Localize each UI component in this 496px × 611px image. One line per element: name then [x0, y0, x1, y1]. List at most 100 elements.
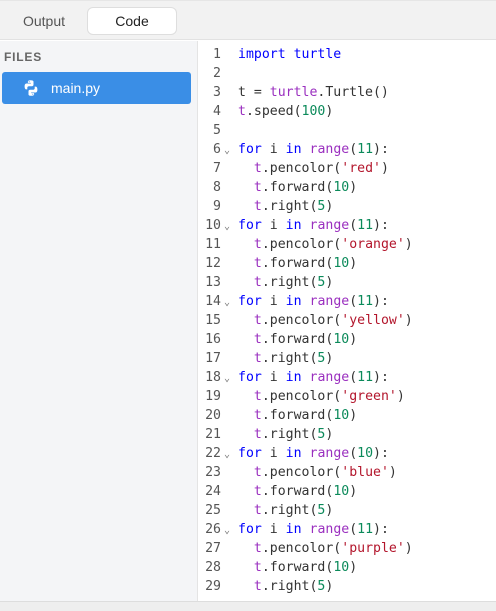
code-token: ) — [380, 161, 389, 176]
code-token: 10 — [333, 408, 350, 423]
code-line[interactable]: 21 t.right(5) — [198, 425, 496, 444]
code-line[interactable]: 13 t.right(5) — [198, 273, 496, 292]
code-token: ) — [349, 408, 358, 423]
code-line[interactable]: 1 import turtle — [198, 45, 496, 64]
code-token: t — [253, 560, 262, 575]
code-line[interactable]: 14 ⌄ for i in range(11): — [198, 292, 496, 311]
line-number: 24 — [205, 484, 221, 499]
code-token: ( — [349, 142, 358, 157]
code-token: i — [261, 522, 286, 537]
fold-chevron-icon[interactable]: ⌄ — [224, 141, 230, 160]
code-line[interactable]: 4 t.speed(100) — [198, 102, 496, 121]
fold-chevron-icon[interactable]: ⌄ — [224, 445, 230, 464]
code-text: t.forward(10) — [238, 330, 357, 349]
fold-chevron-icon[interactable]: ⌄ — [224, 217, 230, 236]
code-text: t.right(5) — [238, 501, 333, 520]
code-line[interactable]: 3 t = turtle.Turtle() — [198, 83, 496, 102]
code-line[interactable]: 16 t.forward(10) — [198, 330, 496, 349]
code-line[interactable]: 11 t.pencolor('orange') — [198, 235, 496, 254]
code-token: ): — [373, 522, 389, 537]
code-line[interactable]: 12 t.forward(10) — [198, 254, 496, 273]
fold-chevron-icon[interactable]: ⌄ — [224, 521, 230, 540]
line-number: 16 — [205, 332, 221, 347]
line-number: 21 — [205, 427, 221, 442]
code-token: ): — [373, 142, 389, 157]
code-line[interactable]: 9 t.right(5) — [198, 197, 496, 216]
code-token: .forward( — [261, 332, 334, 347]
code-line[interactable]: 8 t.forward(10) — [198, 178, 496, 197]
code-token: t — [253, 427, 262, 442]
code-token: t — [253, 503, 262, 518]
code-line[interactable]: 23 t.pencolor('blue') — [198, 463, 496, 482]
code-line[interactable]: 10 ⌄ for i in range(11): — [198, 216, 496, 235]
code-line[interactable]: 19 t.pencolor('green') — [198, 387, 496, 406]
code-line[interactable]: 2 — [198, 64, 496, 83]
code-token: ) — [325, 275, 334, 290]
horizontal-scrollbar[interactable] — [0, 601, 496, 611]
line-number: 29 — [205, 579, 221, 594]
code-text: t.right(5) — [238, 197, 333, 216]
code-line[interactable]: 29 t.right(5) — [198, 577, 496, 596]
code-line[interactable]: 24 t.forward(10) — [198, 482, 496, 501]
line-number: 20 — [205, 408, 221, 423]
tab-code[interactable]: Code — [88, 8, 176, 34]
code-token: t — [253, 389, 262, 404]
python-icon — [24, 80, 38, 96]
line-number: 11 — [205, 237, 221, 252]
code-text: for i in range(11): — [238, 292, 389, 311]
code-text: for i in range(10): — [238, 444, 389, 463]
code-token: .pencolor( — [261, 161, 342, 176]
code-token: ) — [388, 465, 397, 480]
code-token: ( — [349, 218, 358, 233]
line-number: 4 — [213, 104, 221, 119]
view-tab-bar: Output Code — [0, 0, 496, 40]
code-token: 11 — [357, 522, 374, 537]
code-line[interactable]: 28 t.forward(10) — [198, 558, 496, 577]
code-line[interactable]: 7 t.pencolor('red') — [198, 159, 496, 178]
code-token: .forward( — [261, 180, 334, 195]
code-text: for i in range(11): — [238, 368, 389, 387]
fold-chevron-icon[interactable]: ⌄ — [224, 293, 230, 312]
code-line[interactable]: 27 t.pencolor('purple') — [198, 539, 496, 558]
code-line[interactable]: 18 ⌄ for i in range(11): — [198, 368, 496, 387]
code-token: for — [238, 446, 262, 461]
code-token: ): — [373, 446, 389, 461]
code-line[interactable]: 25 t.right(5) — [198, 501, 496, 520]
line-number: 12 — [205, 256, 221, 271]
line-number: 17 — [205, 351, 221, 366]
code-token: 'green' — [341, 389, 397, 404]
code-token: ( — [349, 370, 358, 385]
code-line[interactable]: 20 t.forward(10) — [198, 406, 496, 425]
code-line[interactable]: 26 ⌄ for i in range(11): — [198, 520, 496, 539]
code-line[interactable]: 5 — [198, 121, 496, 140]
line-number: 25 — [205, 503, 221, 518]
code-text: t.forward(10) — [238, 254, 357, 273]
file-item-main-py[interactable]: main.py — [2, 72, 191, 104]
code-editor[interactable]: 1 import turtle 2 3 t = turtle.Turtle() 4 t.sp… — [198, 41, 496, 601]
code-line[interactable]: 17 t.right(5) — [198, 349, 496, 368]
code-token: range — [309, 370, 350, 385]
fold-chevron-icon[interactable]: ⌄ — [224, 369, 230, 388]
code-token: 11 — [357, 370, 374, 385]
tab-output[interactable]: Output — [2, 8, 86, 34]
line-number: 23 — [205, 465, 221, 480]
code-token: .pencolor( — [261, 389, 342, 404]
code-text: for i in range(11): — [238, 520, 389, 539]
code-line[interactable]: 22 ⌄ for i in range(10): — [198, 444, 496, 463]
code-token: in — [285, 370, 302, 385]
line-number: 8 — [213, 180, 221, 195]
line-number: 15 — [205, 313, 221, 328]
code-line[interactable]: 6 ⌄ for i in range(11): — [198, 140, 496, 159]
code-line[interactable]: 15 t.pencolor('yellow') — [198, 311, 496, 330]
code-token: t — [253, 161, 262, 176]
line-number: 26 — [205, 522, 221, 537]
code-token: .right( — [261, 503, 318, 518]
line-number: 19 — [205, 389, 221, 404]
